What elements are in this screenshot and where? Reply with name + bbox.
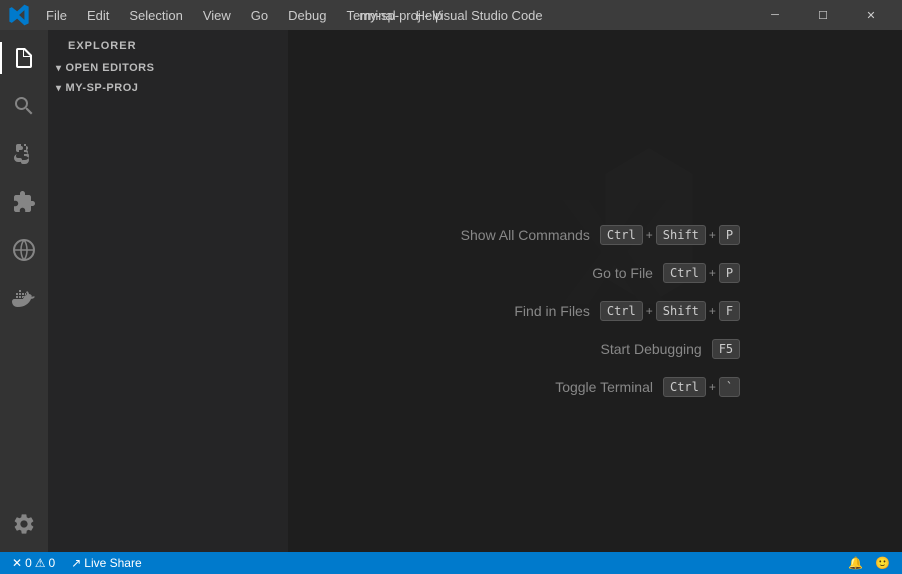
menu-view[interactable]: View bbox=[193, 4, 241, 27]
statusbar-right: 🔔 🙂 bbox=[844, 556, 894, 570]
activity-bar bbox=[0, 30, 48, 552]
activity-docker[interactable] bbox=[0, 274, 48, 322]
shortcut-label-1: Show All Commands bbox=[450, 227, 590, 243]
kbd-group-4: F5 bbox=[712, 339, 740, 359]
activity-settings[interactable] bbox=[0, 500, 48, 548]
activity-source-control[interactable] bbox=[0, 130, 48, 178]
menu-edit[interactable]: Edit bbox=[77, 4, 119, 27]
window-title: my-sp-proj - Visual Studio Code bbox=[359, 8, 542, 23]
error-count: 0 bbox=[25, 556, 32, 570]
activity-remote[interactable] bbox=[0, 226, 48, 274]
menu-go[interactable]: Go bbox=[241, 4, 278, 27]
menu-debug[interactable]: Debug bbox=[278, 4, 336, 27]
statusbar-left: ✕ 0 ⚠ 0 ↗ Live Share bbox=[8, 556, 146, 570]
liveshare-label: Live Share bbox=[84, 556, 141, 570]
shortcut-start-debugging: Start Debugging F5 bbox=[450, 339, 740, 359]
kbd-group-2: Ctrl + P bbox=[663, 263, 740, 283]
shortcut-show-all-commands: Show All Commands Ctrl + Shift + P bbox=[450, 225, 740, 245]
project-label: MY-SP-PROJ bbox=[66, 82, 139, 94]
open-editors-section: ▾ Open Editors bbox=[48, 58, 288, 78]
docker-icon bbox=[12, 286, 36, 310]
open-editors-label: Open Editors bbox=[66, 62, 155, 74]
shortcut-label-4: Start Debugging bbox=[562, 341, 702, 357]
statusbar: ✕ 0 ⚠ 0 ↗ Live Share 🔔 🙂 bbox=[0, 552, 902, 574]
menu-file[interactable]: File bbox=[36, 4, 77, 27]
shortcut-toggle-terminal: Toggle Terminal Ctrl + ` bbox=[450, 377, 740, 397]
warning-count: 0 bbox=[49, 556, 56, 570]
warning-icon: ⚠ bbox=[35, 556, 46, 570]
errors-indicator[interactable]: ✕ 0 ⚠ 0 bbox=[8, 556, 59, 570]
activity-search[interactable] bbox=[0, 82, 48, 130]
maximize-button[interactable]: ☐ bbox=[800, 0, 846, 30]
project-header[interactable]: ▾ MY-SP-PROJ bbox=[48, 78, 288, 98]
chevron-down-icon-2: ▾ bbox=[56, 83, 62, 94]
window-controls: ─ ☐ ✕ bbox=[752, 0, 894, 30]
activity-explorer[interactable] bbox=[0, 34, 48, 82]
shortcut-label-2: Go to File bbox=[513, 265, 653, 281]
kbd-group-5: Ctrl + ` bbox=[663, 377, 740, 397]
minimize-button[interactable]: ─ bbox=[752, 0, 798, 30]
shortcut-go-to-file: Go to File Ctrl + P bbox=[450, 263, 740, 283]
settings-gear-icon bbox=[12, 512, 36, 536]
shortcut-find-in-files: Find in Files Ctrl + Shift + F bbox=[450, 301, 740, 321]
open-editors-header[interactable]: ▾ Open Editors bbox=[48, 58, 288, 78]
titlebar: File Edit Selection View Go Debug Termin… bbox=[0, 0, 902, 30]
files-icon bbox=[12, 46, 36, 70]
close-button[interactable]: ✕ bbox=[848, 0, 894, 30]
feedback-icon: 🙂 bbox=[875, 556, 890, 570]
activity-extensions[interactable] bbox=[0, 178, 48, 226]
editor-area: Show All Commands Ctrl + Shift + P Go to… bbox=[288, 30, 902, 552]
vscode-logo-icon bbox=[8, 4, 30, 26]
explorer-header: Explorer bbox=[48, 30, 288, 58]
git-icon bbox=[12, 142, 36, 166]
smiley-icon[interactable]: 🙂 bbox=[871, 556, 894, 570]
project-section: ▾ MY-SP-PROJ bbox=[48, 78, 288, 98]
shortcuts-container: Show All Commands Ctrl + Shift + P Go to… bbox=[450, 225, 740, 397]
sidebar: Explorer ▾ Open Editors ▾ MY-SP-PROJ bbox=[48, 30, 288, 552]
notification-icon[interactable]: 🔔 bbox=[844, 556, 867, 570]
remote-icon bbox=[12, 238, 36, 262]
kbd-group-1: Ctrl + Shift + P bbox=[600, 225, 740, 245]
share-icon: ↗ bbox=[71, 556, 81, 570]
extensions-icon bbox=[12, 190, 36, 214]
main-layout: Explorer ▾ Open Editors ▾ MY-SP-PROJ bbox=[0, 30, 902, 552]
liveshare-button[interactable]: ↗ Live Share bbox=[67, 556, 145, 570]
search-icon bbox=[12, 94, 36, 118]
menu-selection[interactable]: Selection bbox=[119, 4, 192, 27]
error-icon: ✕ bbox=[12, 556, 22, 570]
chevron-down-icon: ▾ bbox=[56, 63, 62, 74]
shortcut-label-5: Toggle Terminal bbox=[513, 379, 653, 395]
shortcut-label-3: Find in Files bbox=[450, 303, 590, 319]
bell-icon: 🔔 bbox=[848, 556, 863, 570]
kbd-group-3: Ctrl + Shift + F bbox=[600, 301, 740, 321]
